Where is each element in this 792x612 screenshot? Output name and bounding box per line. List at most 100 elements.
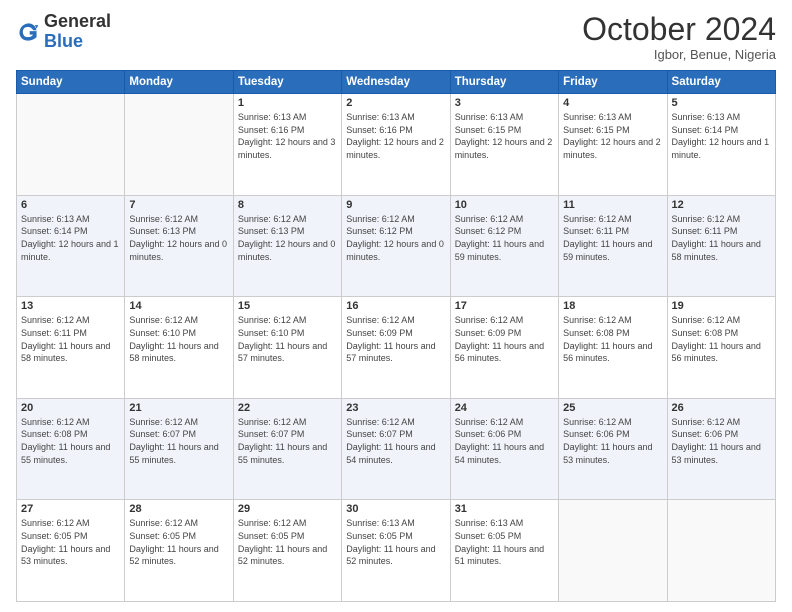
- cell-info: Sunrise: 6:12 AMSunset: 6:05 PMDaylight:…: [21, 517, 120, 567]
- calendar-cell: [17, 94, 125, 196]
- day-number: 11: [563, 199, 662, 211]
- day-number: 27: [21, 503, 120, 515]
- calendar-cell: 23 Sunrise: 6:12 AMSunset: 6:07 PMDayligh…: [342, 398, 450, 500]
- day-number: 5: [672, 97, 771, 109]
- day-number: 1: [238, 97, 337, 109]
- calendar-week-row: 20 Sunrise: 6:12 AMSunset: 6:08 PMDayligh…: [17, 398, 776, 500]
- cell-info: Sunrise: 6:12 AMSunset: 6:07 PMDaylight:…: [238, 416, 337, 466]
- calendar-cell: 3 Sunrise: 6:13 AMSunset: 6:15 PMDaylight…: [450, 94, 558, 196]
- calendar-cell: 9 Sunrise: 6:12 AMSunset: 6:12 PMDaylight…: [342, 195, 450, 297]
- calendar-week-row: 1 Sunrise: 6:13 AMSunset: 6:16 PMDaylight…: [17, 94, 776, 196]
- calendar-cell: 5 Sunrise: 6:13 AMSunset: 6:14 PMDaylight…: [667, 94, 775, 196]
- weekday-header-friday: Friday: [559, 71, 667, 94]
- cell-info: Sunrise: 6:12 AMSunset: 6:08 PMDaylight:…: [563, 314, 662, 364]
- day-number: 4: [563, 97, 662, 109]
- calendar-cell: 18 Sunrise: 6:12 AMSunset: 6:08 PMDayligh…: [559, 297, 667, 399]
- calendar-week-row: 13 Sunrise: 6:12 AMSunset: 6:11 PMDayligh…: [17, 297, 776, 399]
- day-number: 7: [129, 199, 228, 211]
- logo-icon: [16, 20, 40, 44]
- calendar-cell: 22 Sunrise: 6:12 AMSunset: 6:07 PMDayligh…: [233, 398, 341, 500]
- weekday-header-monday: Monday: [125, 71, 233, 94]
- day-number: 3: [455, 97, 554, 109]
- cell-info: Sunrise: 6:12 AMSunset: 6:05 PMDaylight:…: [238, 517, 337, 567]
- cell-info: Sunrise: 6:12 AMSunset: 6:08 PMDaylight:…: [21, 416, 120, 466]
- calendar-cell: [125, 94, 233, 196]
- day-number: 9: [346, 199, 445, 211]
- day-number: 2: [346, 97, 445, 109]
- cell-info: Sunrise: 6:12 AMSunset: 6:06 PMDaylight:…: [672, 416, 771, 466]
- calendar-cell: 30 Sunrise: 6:13 AMSunset: 6:05 PMDayligh…: [342, 500, 450, 602]
- cell-info: Sunrise: 6:13 AMSunset: 6:05 PMDaylight:…: [346, 517, 445, 567]
- day-number: 10: [455, 199, 554, 211]
- calendar-cell: 10 Sunrise: 6:12 AMSunset: 6:12 PMDayligh…: [450, 195, 558, 297]
- day-number: 23: [346, 402, 445, 414]
- day-number: 25: [563, 402, 662, 414]
- logo: General Blue: [16, 12, 111, 52]
- month-title: October 2024: [582, 12, 776, 47]
- cell-info: Sunrise: 6:12 AMSunset: 6:07 PMDaylight:…: [129, 416, 228, 466]
- day-number: 12: [672, 199, 771, 211]
- cell-info: Sunrise: 6:12 AMSunset: 6:11 PMDaylight:…: [21, 314, 120, 364]
- calendar-cell: 29 Sunrise: 6:12 AMSunset: 6:05 PMDayligh…: [233, 500, 341, 602]
- cell-info: Sunrise: 6:12 AMSunset: 6:09 PMDaylight:…: [455, 314, 554, 364]
- cell-info: Sunrise: 6:12 AMSunset: 6:07 PMDaylight:…: [346, 416, 445, 466]
- cell-info: Sunrise: 6:12 AMSunset: 6:10 PMDaylight:…: [238, 314, 337, 364]
- calendar-cell: 15Sunrise: 6:12 AMSunset: 6:10 PMDayligh…: [233, 297, 341, 399]
- calendar-cell: 12Sunrise: 6:12 AMSunset: 6:11 PMDayligh…: [667, 195, 775, 297]
- cell-info: Sunrise: 6:13 AMSunset: 6:14 PMDaylight:…: [672, 111, 771, 161]
- cell-info: Sunrise: 6:13 AMSunset: 6:15 PMDaylight:…: [455, 111, 554, 161]
- cell-info: Sunrise: 6:12 AMSunset: 6:11 PMDaylight:…: [563, 213, 662, 263]
- calendar-cell: [559, 500, 667, 602]
- calendar-cell: 6 Sunrise: 6:13 AMSunset: 6:14 PMDaylight…: [17, 195, 125, 297]
- calendar-cell: 28 Sunrise: 6:12 AMSunset: 6:05 PMDayligh…: [125, 500, 233, 602]
- day-number: 13: [21, 300, 120, 312]
- cell-info: Sunrise: 6:13 AMSunset: 6:14 PMDaylight:…: [21, 213, 120, 263]
- calendar-cell: 2Sunrise: 6:13 AMSunset: 6:16 PMDaylight…: [342, 94, 450, 196]
- calendar-cell: 19Sunrise: 6:12 AMSunset: 6:08 PMDayligh…: [667, 297, 775, 399]
- cell-info: Sunrise: 6:12 AMSunset: 6:05 PMDaylight:…: [129, 517, 228, 567]
- calendar-cell: 21Sunrise: 6:12 AMSunset: 6:07 PMDayligh…: [125, 398, 233, 500]
- cell-info: Sunrise: 6:12 AMSunset: 6:12 PMDaylight:…: [346, 213, 445, 263]
- cell-info: Sunrise: 6:12 AMSunset: 6:13 PMDaylight:…: [129, 213, 228, 263]
- weekday-header-row: SundayMondayTuesdayWednesdayThursdayFrid…: [17, 71, 776, 94]
- cell-info: Sunrise: 6:13 AMSunset: 6:16 PMDaylight:…: [238, 111, 337, 161]
- day-number: 17: [455, 300, 554, 312]
- day-number: 30: [346, 503, 445, 515]
- day-number: 31: [455, 503, 554, 515]
- header: General Blue October 2024 Igbor, Benue, …: [16, 12, 776, 62]
- calendar-week-row: 6 Sunrise: 6:13 AMSunset: 6:14 PMDaylight…: [17, 195, 776, 297]
- calendar-cell: 27 Sunrise: 6:12 AMSunset: 6:05 PMDayligh…: [17, 500, 125, 602]
- cell-info: Sunrise: 6:12 AMSunset: 6:08 PMDaylight:…: [672, 314, 771, 364]
- calendar-cell: 24 Sunrise: 6:12 AMSunset: 6:06 PMDayligh…: [450, 398, 558, 500]
- day-number: 26: [672, 402, 771, 414]
- weekday-header-wednesday: Wednesday: [342, 71, 450, 94]
- cell-info: Sunrise: 6:13 AMSunset: 6:15 PMDaylight:…: [563, 111, 662, 161]
- weekday-header-sunday: Sunday: [17, 71, 125, 94]
- day-number: 18: [563, 300, 662, 312]
- calendar-cell: 7 Sunrise: 6:12 AMSunset: 6:13 PMDaylight…: [125, 195, 233, 297]
- day-number: 6: [21, 199, 120, 211]
- calendar-cell: 26 Sunrise: 6:12 AMSunset: 6:06 PMDayligh…: [667, 398, 775, 500]
- day-number: 28: [129, 503, 228, 515]
- day-number: 29: [238, 503, 337, 515]
- day-number: 22: [238, 402, 337, 414]
- day-number: 24: [455, 402, 554, 414]
- calendar-cell: 11 Sunrise: 6:12 AMSunset: 6:11 PMDayligh…: [559, 195, 667, 297]
- calendar-cell: 17 Sunrise: 6:12 AMSunset: 6:09 PMDayligh…: [450, 297, 558, 399]
- calendar-cell: 16Sunrise: 6:12 AMSunset: 6:09 PMDayligh…: [342, 297, 450, 399]
- page: General Blue October 2024 Igbor, Benue, …: [0, 0, 792, 612]
- calendar-cell: [667, 500, 775, 602]
- day-number: 20: [21, 402, 120, 414]
- cell-info: Sunrise: 6:12 AMSunset: 6:06 PMDaylight:…: [455, 416, 554, 466]
- day-number: 16: [346, 300, 445, 312]
- cell-info: Sunrise: 6:13 AMSunset: 6:05 PMDaylight:…: [455, 517, 554, 567]
- calendar-week-row: 27 Sunrise: 6:12 AMSunset: 6:05 PMDayligh…: [17, 500, 776, 602]
- weekday-header-thursday: Thursday: [450, 71, 558, 94]
- calendar-cell: 8Sunrise: 6:12 AMSunset: 6:13 PMDaylight…: [233, 195, 341, 297]
- logo-text: General Blue: [44, 12, 111, 52]
- calendar-cell: 4 Sunrise: 6:13 AMSunset: 6:15 PMDaylight…: [559, 94, 667, 196]
- calendar-cell: 25Sunrise: 6:12 AMSunset: 6:06 PMDayligh…: [559, 398, 667, 500]
- calendar-cell: 1 Sunrise: 6:13 AMSunset: 6:16 PMDaylight…: [233, 94, 341, 196]
- cell-info: Sunrise: 6:12 AMSunset: 6:12 PMDaylight:…: [455, 213, 554, 263]
- calendar-cell: 31 Sunrise: 6:13 AMSunset: 6:05 PMDayligh…: [450, 500, 558, 602]
